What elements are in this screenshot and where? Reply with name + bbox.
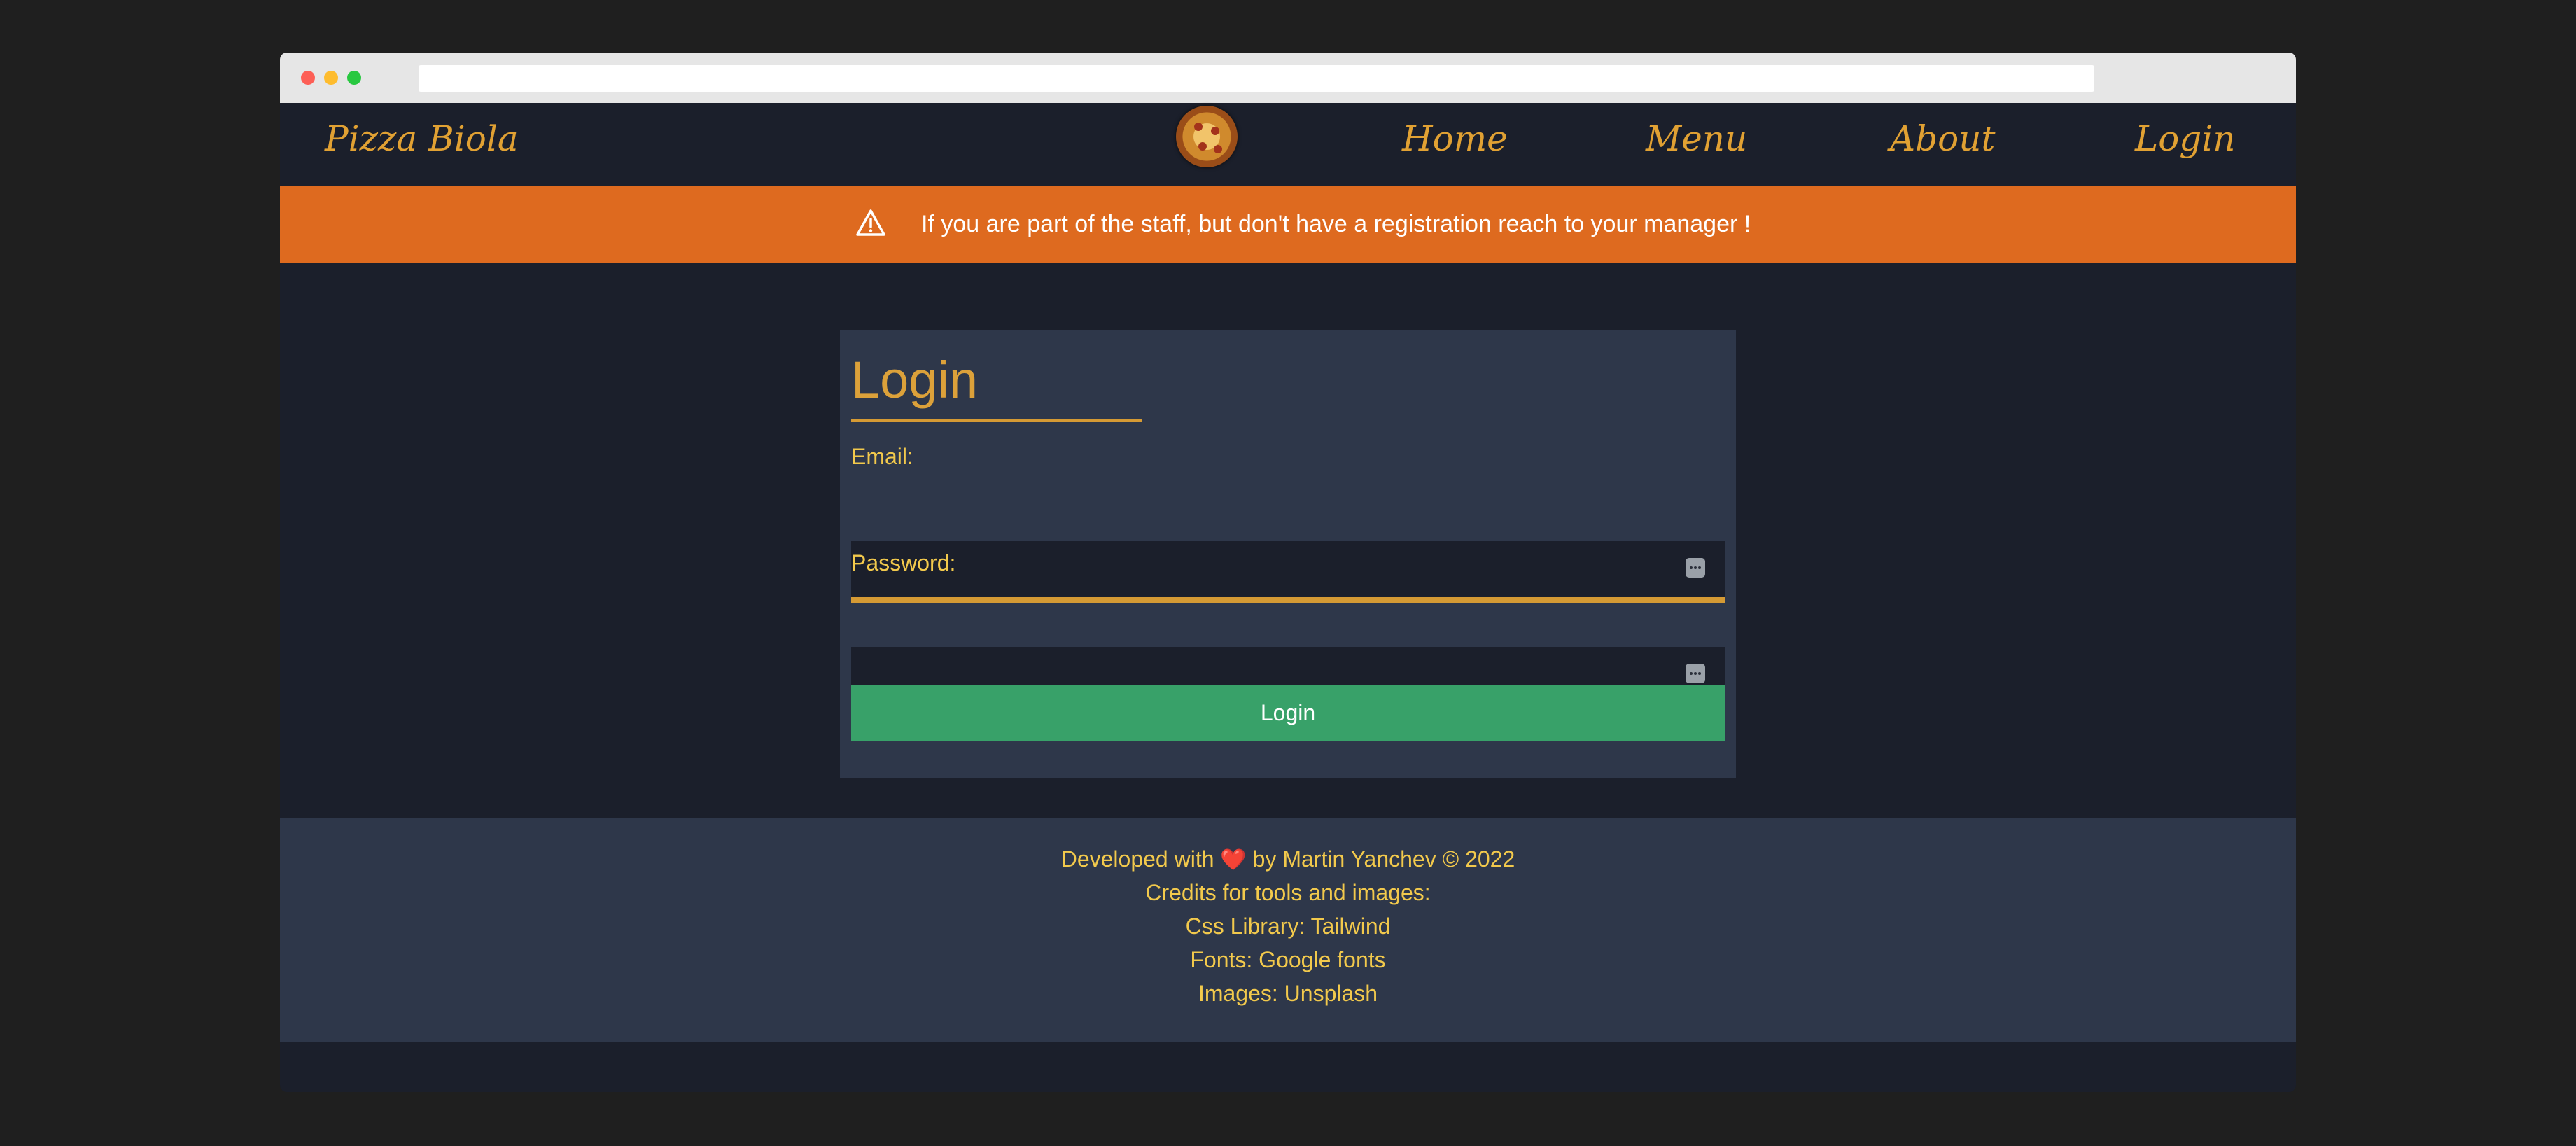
browser-window: Pizza Biola Home Menu About Login If you…	[280, 53, 2296, 1092]
developed-suffix: by Martin Yanchev © 2022	[1252, 846, 1516, 872]
minimize-window-button[interactable]	[324, 71, 338, 85]
nav-link-menu[interactable]: Menu	[1646, 118, 1747, 159]
nav-link-home[interactable]: Home	[1402, 118, 1508, 159]
nav-link-about[interactable]: About	[1890, 118, 1996, 159]
footer-credits-heading: Credits for tools and images:	[1145, 880, 1431, 905]
footer: Developed with ❤️ by Martin Yanchev © 20…	[280, 818, 2296, 1042]
alert-message: If you are part of the staff, but don't …	[921, 211, 1751, 237]
email-field[interactable]	[851, 541, 1725, 603]
nav-link-login[interactable]: Login	[2135, 118, 2236, 159]
title-underline	[851, 419, 1142, 422]
footer-developed-line: Developed with ❤️ by Martin Yanchev © 20…	[280, 846, 2296, 872]
password-manager-key-icon[interactable]	[1686, 558, 1705, 578]
address-bar[interactable]	[419, 65, 2094, 92]
developed-prefix: Developed with	[1060, 846, 1214, 872]
heart-icon: ❤️	[1220, 848, 1247, 872]
email-label: Email:	[851, 444, 913, 469]
password-manager-key-icon[interactable]	[1686, 664, 1705, 683]
warning-triangle-icon	[856, 209, 886, 236]
footer-images[interactable]: Images: Unsplash	[280, 981, 2296, 1007]
maximize-window-button[interactable]	[347, 71, 361, 85]
login-card: Login Email: Password: Login	[840, 330, 1736, 778]
close-window-button[interactable]	[301, 71, 315, 85]
login-button[interactable]: Login	[851, 685, 1725, 741]
login-title: Login	[851, 351, 979, 409]
brand-logo-text[interactable]: Pizza Biola	[325, 118, 519, 159]
pizza-logo-icon	[1176, 106, 1238, 167]
password-label: Password:	[851, 550, 956, 575]
browser-chrome	[280, 53, 2296, 103]
staff-alert-banner: If you are part of the staff, but don't …	[280, 186, 2296, 263]
footer-fonts[interactable]: Fonts: Google fonts	[280, 947, 2296, 973]
footer-css-library[interactable]: Css Library: Tailwind	[280, 914, 2296, 939]
